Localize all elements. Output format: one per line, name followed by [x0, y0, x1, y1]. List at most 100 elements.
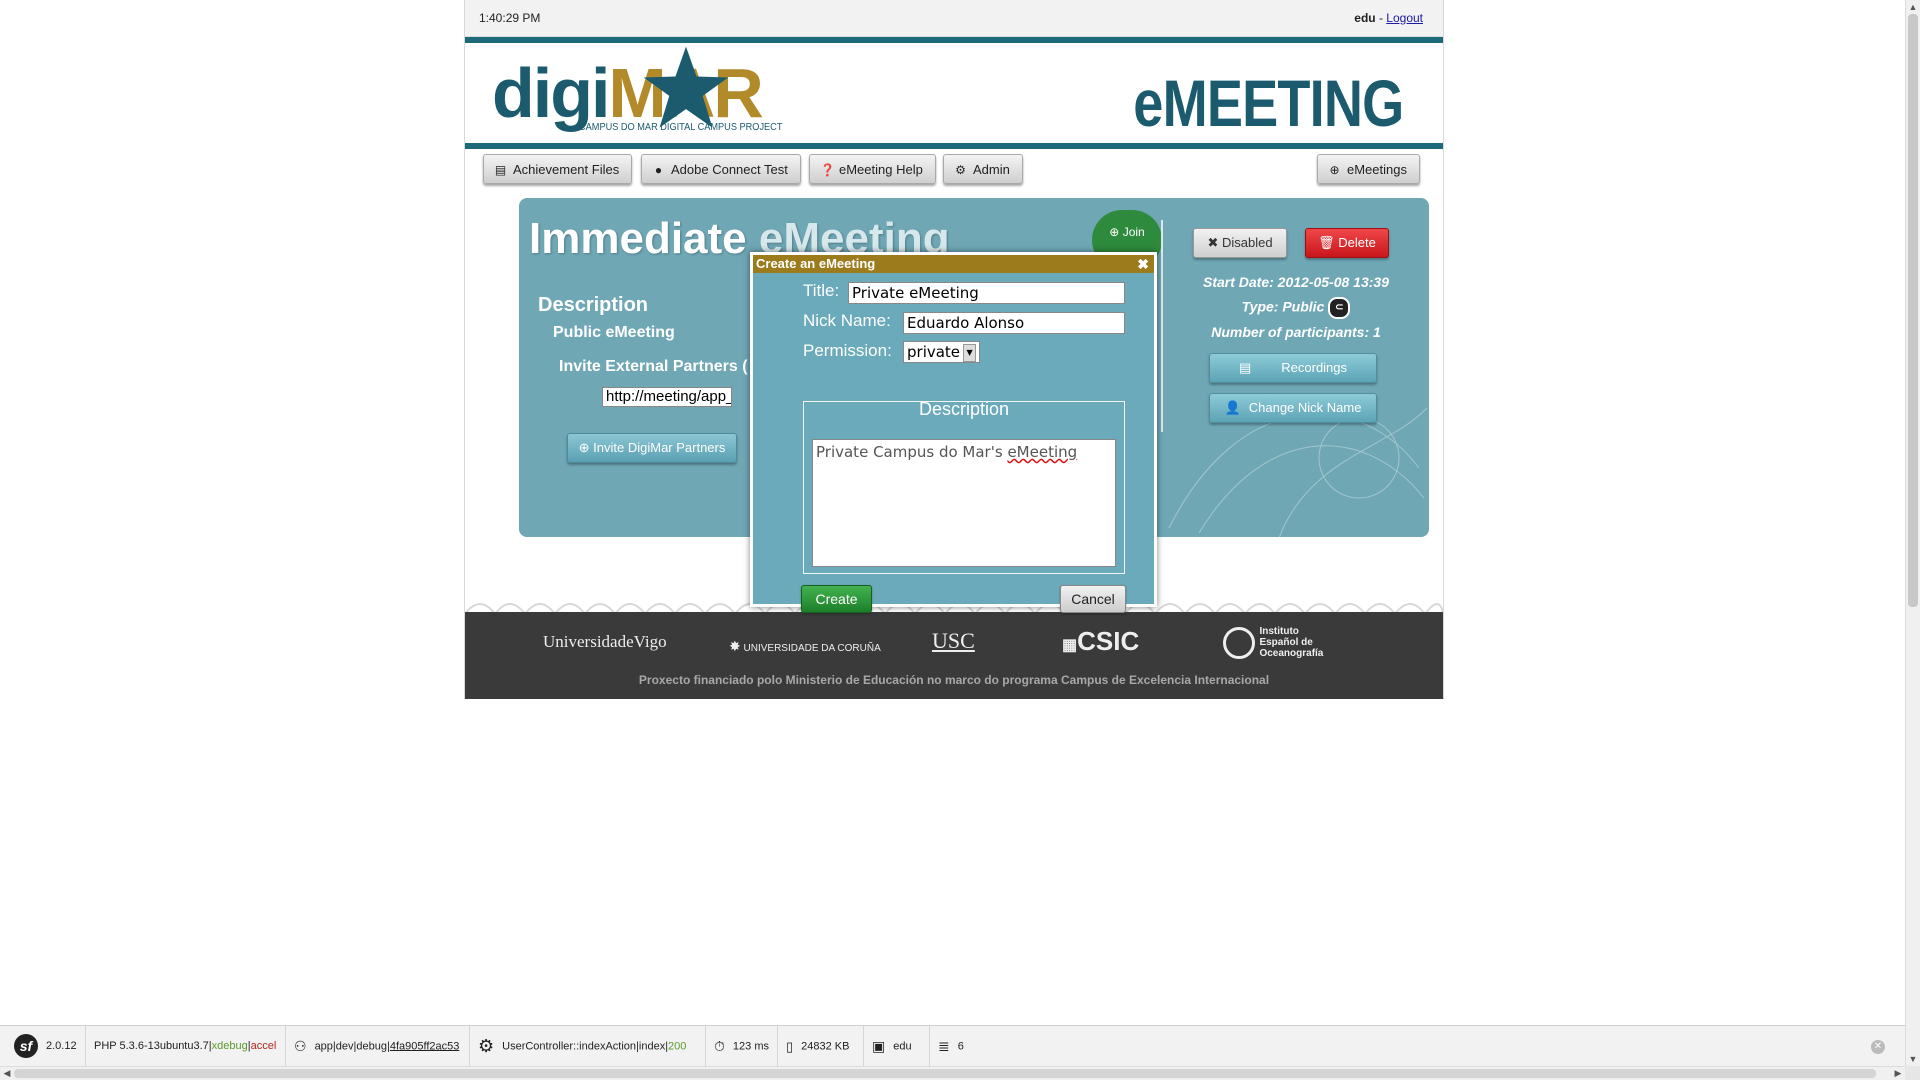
- vertical-scrollbar[interactable]: ▲ ▼: [1905, 0, 1920, 1066]
- dialog-titlebar: Create an eMeeting ✖: [753, 255, 1154, 273]
- footer-logo-uvigo[interactable]: UniversidadeVigo: [543, 632, 667, 652]
- logo-digi: digi: [492, 54, 610, 132]
- csic-grid-icon: ▦: [1062, 637, 1078, 654]
- config-token: 4fa905ff2ac53: [389, 1040, 460, 1053]
- cancel-button[interactable]: Cancel: [1060, 585, 1126, 613]
- close-icon[interactable]: ✕: [1871, 1040, 1885, 1054]
- recordings-button[interactable]: ▤ Recordings: [1209, 353, 1377, 383]
- clock-text: 1:40:29 PM: [479, 11, 541, 25]
- invite-digimar-partners-button[interactable]: ⊕ Invite DigiMar Partners: [567, 433, 737, 463]
- panel-divider: [1161, 220, 1163, 432]
- footer-logo-ieo[interactable]: Instituto Español de Oceanografía: [1223, 626, 1329, 659]
- nav-admin[interactable]: ⚙ Admin: [943, 154, 1023, 184]
- toolbar-php[interactable]: PHP 5.3.6-13ubuntu3.7|xdebug|accel: [86, 1026, 286, 1067]
- logo-tagline: CAMPUS DO MAR DIGITAL CAMPUS PROJECT: [579, 122, 783, 133]
- meeting-type-label: Type: Public: [1241, 298, 1325, 315]
- toolbar-security[interactable]: ▣ edu: [864, 1026, 930, 1067]
- toolbar-version[interactable]: sf 2.0.12: [0, 1026, 86, 1067]
- meeting-url-input[interactable]: http://meeting/app_d: [602, 387, 732, 407]
- php-version: PHP 5.3.6-13ubuntu3.7: [94, 1040, 209, 1052]
- permission-select[interactable]: private ▼: [903, 341, 981, 363]
- php-ext-ok: xdebug: [211, 1040, 248, 1052]
- memory-usage: 24832 KB: [801, 1040, 850, 1053]
- start-date: Start Date: 2012-05-08 13:39: [1203, 274, 1389, 290]
- change-nick-name-label: Change Nick Name: [1248, 400, 1362, 415]
- disabled-button[interactable]: ✖ Disabled: [1193, 228, 1287, 258]
- digimar-logo[interactable]: digiMAR CAMPUS DO MAR DIGITAL CAMPUS PRO…: [492, 46, 792, 138]
- description-textarea[interactable]: Private Campus do Mar's eMeeting: [812, 439, 1116, 567]
- footer-logo-usc[interactable]: USC: [932, 628, 975, 654]
- user-badge-icon: ▣: [872, 1038, 886, 1054]
- unlock-icon: ⊂: [1328, 297, 1351, 319]
- gear-icon: ⚙: [478, 1036, 495, 1056]
- permission-label: Permission:: [803, 341, 892, 360]
- nav-emeetings-label: eMeetings: [1347, 162, 1407, 177]
- scroll-up-icon[interactable]: ▲: [1906, 0, 1920, 14]
- description-value: Public eMeeting: [553, 324, 675, 341]
- plus-circle-icon: ⊕: [1329, 163, 1340, 177]
- toolbar-memory[interactable]: ▯ 24832 KB: [778, 1026, 864, 1067]
- db-query-count: 6: [957, 1040, 964, 1053]
- nav-emeetings[interactable]: ⊕ eMeetings: [1317, 154, 1420, 184]
- recordings-label: Recordings: [1281, 360, 1348, 375]
- scroll-down-icon[interactable]: ▼: [1906, 1052, 1920, 1066]
- list-icon: ▤: [1238, 360, 1252, 375]
- create-button[interactable]: Create: [801, 585, 872, 613]
- participants-count: Number of participants: 1: [1211, 324, 1381, 340]
- user-icon: 👤: [1224, 400, 1241, 415]
- request-time: 123 ms: [732, 1040, 769, 1053]
- cross-icon: ✖: [1207, 235, 1219, 250]
- title-input[interactable]: Private eMeeting: [848, 282, 1125, 304]
- delete-button[interactable]: 🗑 Delete: [1305, 228, 1389, 258]
- description-legend: Description: [918, 399, 1010, 419]
- header-top-divider: [465, 37, 1443, 43]
- request-controller: UserController::indexAction: [502, 1040, 637, 1053]
- nick-name-label: Nick Name:: [803, 311, 891, 330]
- meeting-type: Type: Public ⊂: [1171, 297, 1421, 319]
- change-nick-name-button[interactable]: 👤 Change Nick Name: [1209, 393, 1377, 423]
- user-box: edu - Logout: [1354, 11, 1423, 25]
- title-label: Title:: [803, 281, 840, 300]
- join-icon: ⊕: [1109, 225, 1120, 239]
- nick-name-input[interactable]: Eduardo Alonso: [903, 312, 1125, 334]
- description-heading: Description: [538, 294, 649, 316]
- footer-logo-udc[interactable]: ✸ UNIVERSIDADE DA CORUÑA: [729, 638, 881, 655]
- app-name: eMEETING: [1132, 66, 1404, 140]
- database-icon: ≣: [938, 1038, 950, 1054]
- toolbar-db[interactable]: ≣ 6: [930, 1026, 976, 1067]
- footer-logo-csic[interactable]: ▦CSIC: [1062, 626, 1139, 657]
- invite-external-label: Invite External Partners (: [559, 358, 748, 375]
- description-misspelled-word: eMeeting: [1007, 443, 1078, 461]
- trash-icon: 🗑: [1318, 235, 1335, 250]
- config-env: dev: [335, 1040, 354, 1053]
- config-app: app: [314, 1040, 333, 1053]
- scroll-right-icon[interactable]: ▶: [1891, 1067, 1905, 1080]
- toolbar-time[interactable]: ⏱ 123 ms: [706, 1026, 778, 1067]
- nav-achievement-files[interactable]: ▤ Achievement Files: [483, 154, 633, 184]
- join-label: Join: [1122, 225, 1145, 239]
- footer-logo-ieo-text: Instituto Español de Oceanografía: [1259, 626, 1324, 659]
- logout-link[interactable]: Logout: [1386, 11, 1423, 25]
- horizontal-scroll-thumb[interactable]: [14, 1069, 1876, 1078]
- security-user: edu: [893, 1040, 912, 1053]
- toolbar-config[interactable]: ⚇ app|dev|debug|4fa905ff2ac53: [286, 1026, 470, 1067]
- nav-adobe-connect-test[interactable]: ● Adobe Connect Test: [641, 154, 801, 184]
- close-icon[interactable]: ✖: [1137, 255, 1149, 273]
- nav-emeeting-help-label: eMeeting Help: [839, 162, 923, 177]
- memory-icon: ▯: [786, 1039, 794, 1054]
- vertical-scroll-thumb[interactable]: [1908, 14, 1918, 607]
- username: edu: [1354, 11, 1376, 25]
- description-fieldset: Description Private Campus do Mar's eMee…: [803, 399, 1125, 574]
- footer-logo-csic-text: CSIC: [1077, 626, 1140, 656]
- footer: UniversidadeVigo ✸ UNIVERSIDADE DA CORUÑ…: [465, 612, 1443, 699]
- scroll-left-icon[interactable]: ◀: [0, 1067, 14, 1080]
- top-bar: 1:40:29 PM edu - Logout: [465, 0, 1443, 37]
- clock-icon: ⏱: [714, 1038, 725, 1054]
- horizontal-scrollbar[interactable]: ◀ ▶: [0, 1066, 1905, 1080]
- toolbar-request[interactable]: ⚙ UserController::indexAction|index|200: [470, 1026, 706, 1067]
- php-ext-bad: accel: [250, 1040, 277, 1052]
- ieo-emblem-icon: [1223, 626, 1255, 659]
- chevron-down-icon: ▼: [963, 343, 977, 362]
- nav-emeeting-help[interactable]: ❓ eMeeting Help: [809, 154, 936, 184]
- config-icon: ⚇: [294, 1038, 307, 1054]
